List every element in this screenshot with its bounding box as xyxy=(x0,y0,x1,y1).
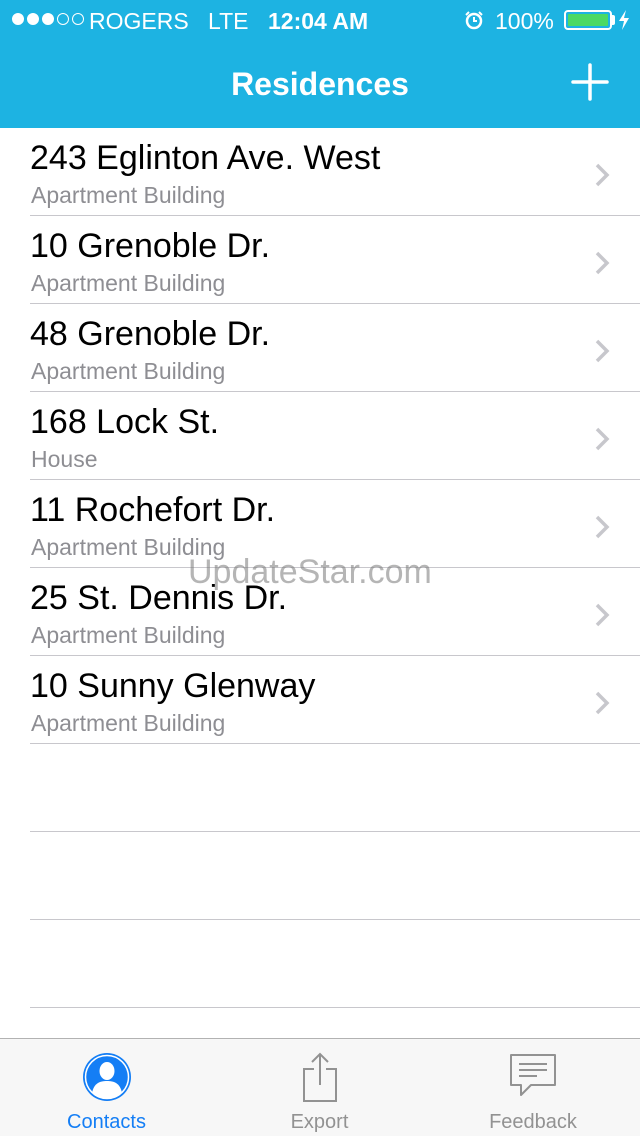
empty-row xyxy=(0,832,640,920)
residence-address: 168 Lock St. xyxy=(30,403,220,441)
watermark: UpdateStar.com xyxy=(188,553,432,591)
residence-type: Apartment Building xyxy=(31,358,226,384)
residence-row[interactable]: 243 Eglinton Ave. West Apartment Buildin… xyxy=(0,128,640,216)
chevron-right-icon xyxy=(595,427,610,451)
status-time: 12:04 AM xyxy=(268,8,369,34)
residence-address: 243 Eglinton Ave. West xyxy=(30,139,381,177)
residence-type: Apartment Building xyxy=(31,270,226,296)
chevron-right-icon xyxy=(595,251,610,275)
tab-feedback[interactable]: Feedback xyxy=(426,1039,640,1136)
chevron-right-icon xyxy=(595,163,610,187)
residence-address: 48 Grenoble Dr. xyxy=(30,315,271,353)
battery-tip xyxy=(612,15,615,25)
residence-address: 11 Rochefort Dr. xyxy=(30,491,276,529)
battery-percentage: 100% xyxy=(495,8,554,34)
chevron-right-icon xyxy=(595,603,610,627)
residence-row[interactable]: 10 Sunny Glenway Apartment Building xyxy=(0,656,640,744)
empty-row xyxy=(0,920,640,1008)
signal-dots-icon xyxy=(12,13,84,25)
alarm-icon xyxy=(465,11,483,30)
tab-label: Export xyxy=(290,1111,349,1133)
residence-row[interactable]: 10 Grenoble Dr. Apartment Building xyxy=(0,216,640,304)
tab-bar: Contacts Export Feedback xyxy=(0,1038,640,1136)
header-bar: ROGERS LTE 12:04 AM 100% Residences xyxy=(0,0,640,128)
status-bar: ROGERS LTE 12:04 AM 100% xyxy=(0,0,640,40)
residence-type: Apartment Building xyxy=(31,622,226,648)
speech-bubble-icon xyxy=(510,1054,556,1096)
charging-bolt-icon xyxy=(619,10,629,30)
residence-row[interactable]: 48 Grenoble Dr. Apartment Building xyxy=(0,304,640,392)
chevron-right-icon xyxy=(595,691,610,715)
tab-label: Contacts xyxy=(67,1111,146,1133)
tab-label: Feedback xyxy=(489,1111,577,1133)
residence-address: 10 Grenoble Dr. xyxy=(30,227,271,265)
carrier-name: ROGERS xyxy=(89,8,189,34)
page-title: Residences xyxy=(231,66,409,102)
empty-row xyxy=(0,744,640,832)
network-type: LTE xyxy=(208,8,249,34)
share-export-icon xyxy=(302,1052,337,1102)
battery-icon xyxy=(564,10,612,30)
plus-icon[interactable] xyxy=(568,60,612,104)
residence-row[interactable]: 168 Lock St. House xyxy=(0,392,640,480)
residence-type: House xyxy=(31,446,98,472)
chevron-right-icon xyxy=(595,515,610,539)
tab-export[interactable]: Export xyxy=(213,1039,426,1136)
contact-person-icon xyxy=(82,1053,131,1101)
residence-type: Apartment Building xyxy=(31,710,226,736)
tab-contacts[interactable]: Contacts xyxy=(0,1039,213,1136)
residence-address: 10 Sunny Glenway xyxy=(30,667,316,705)
chevron-right-icon xyxy=(595,339,610,363)
residence-type: Apartment Building xyxy=(31,182,226,208)
